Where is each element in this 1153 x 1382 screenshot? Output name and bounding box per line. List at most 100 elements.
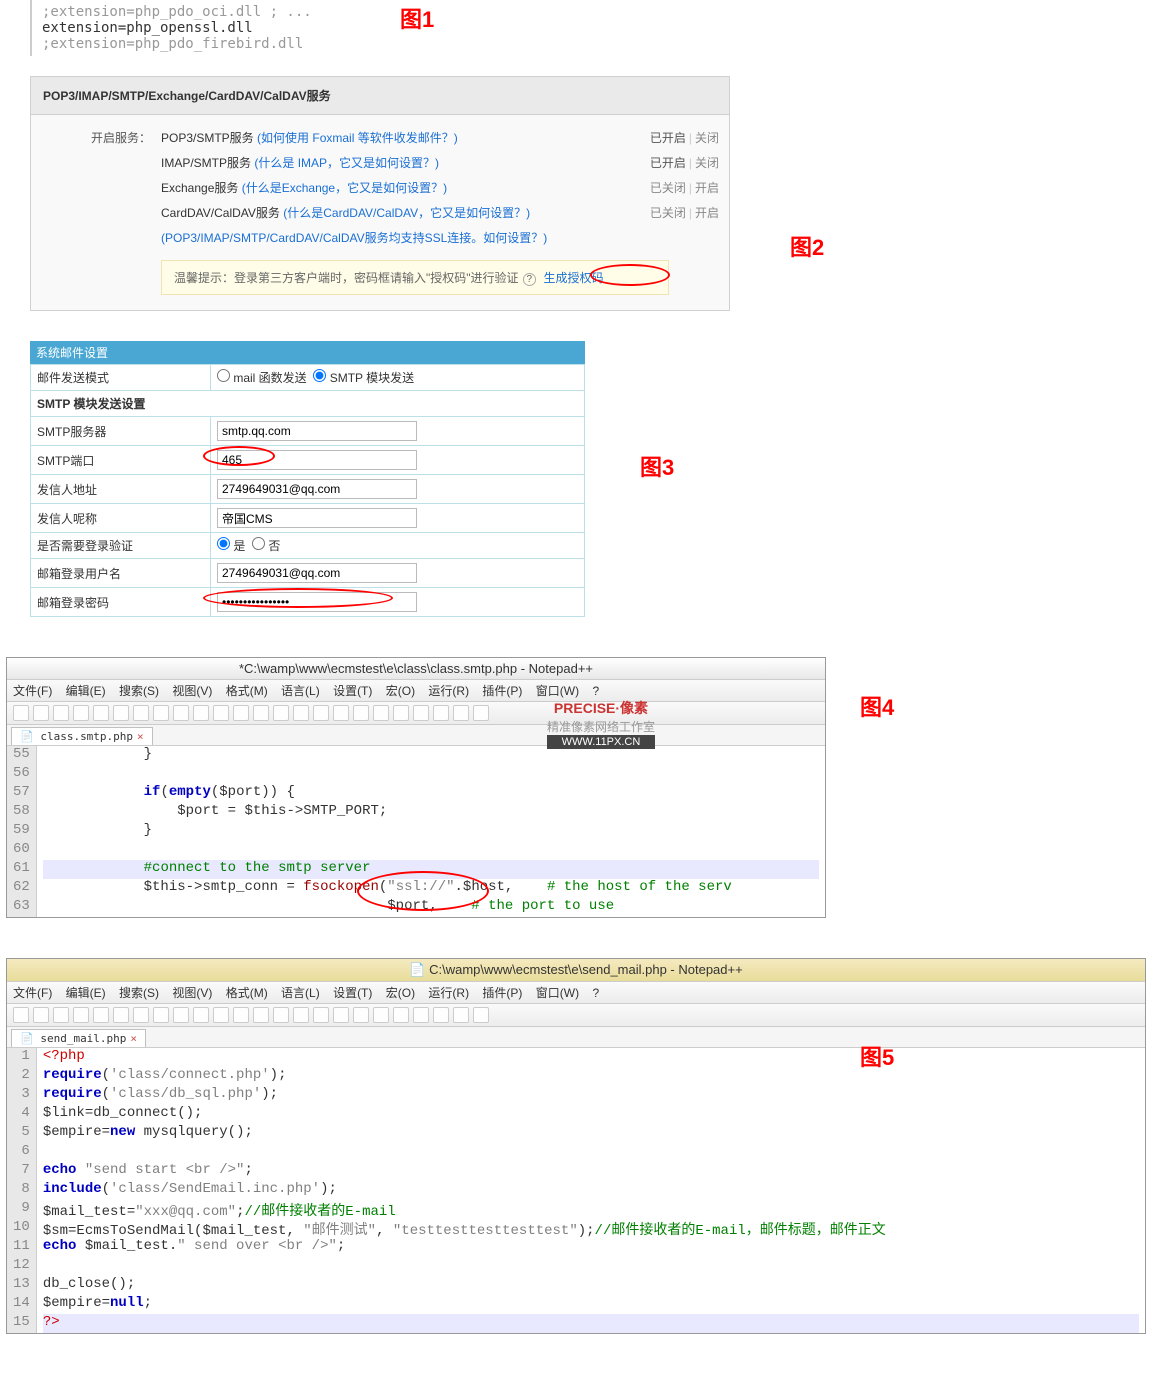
auth-no-option[interactable]: 否 xyxy=(252,539,280,553)
toolbar-icon[interactable] xyxy=(53,1007,69,1023)
menu-item[interactable]: 编辑(E) xyxy=(66,684,106,698)
ssl-note-link[interactable]: (POP3/IMAP/SMTP/CardDAV/CalDAV服务均支持SSL连接… xyxy=(161,231,547,245)
toolbar-icon[interactable] xyxy=(73,1007,89,1023)
toolbar-icon[interactable] xyxy=(333,705,349,721)
toolbar-icon[interactable] xyxy=(393,1007,409,1023)
toolbar-icon[interactable] xyxy=(473,1007,489,1023)
send-mode-radio-smtp[interactable] xyxy=(313,369,326,382)
send-mode-mail-option[interactable]: mail 函数发送 xyxy=(217,371,307,385)
toolbar-icon[interactable] xyxy=(393,705,409,721)
toolbar-icon[interactable] xyxy=(313,705,329,721)
smtp-server-input[interactable] xyxy=(217,421,417,441)
send-mode-radio-mail[interactable] xyxy=(217,369,230,382)
menu-item[interactable]: ? xyxy=(592,684,599,698)
service-toggle-link[interactable]: 关闭 xyxy=(695,156,719,170)
toolbar-icon[interactable] xyxy=(13,1007,29,1023)
login-user-input[interactable] xyxy=(217,563,417,583)
toolbar-icon[interactable] xyxy=(173,705,189,721)
toolbar-icon[interactable] xyxy=(453,705,469,721)
toolbar-icon[interactable] xyxy=(113,705,129,721)
menu-item[interactable]: 插件(P) xyxy=(482,684,522,698)
help-icon[interactable]: ? xyxy=(523,273,537,286)
toolbar-icon[interactable] xyxy=(253,1007,269,1023)
menu-item[interactable]: 插件(P) xyxy=(482,986,522,1000)
toolbar-icon[interactable] xyxy=(93,705,109,721)
menu-item[interactable]: 设置(T) xyxy=(333,986,372,1000)
file-tab[interactable]: 📄 send_mail.php× xyxy=(11,1029,146,1047)
toolbar-icon[interactable] xyxy=(373,705,389,721)
from-name-input[interactable] xyxy=(217,508,417,528)
toolbar-icon[interactable] xyxy=(113,1007,129,1023)
menu-item[interactable]: 窗口(W) xyxy=(536,986,579,1000)
toolbar-icon[interactable] xyxy=(193,1007,209,1023)
toolbar-icon[interactable] xyxy=(213,705,229,721)
toolbar-icon[interactable] xyxy=(93,1007,109,1023)
send-mode-smtp-option[interactable]: SMTP 模块发送 xyxy=(313,371,414,385)
menu-item[interactable]: 宏(O) xyxy=(386,986,415,1000)
toolbar-icon[interactable] xyxy=(273,705,289,721)
toolbar-icon[interactable] xyxy=(53,705,69,721)
toolbar-icon[interactable] xyxy=(353,1007,369,1023)
toolbar-icon[interactable] xyxy=(433,705,449,721)
code-area[interactable]: } if(empty($port)) { $port = $this->SMTP… xyxy=(37,746,825,917)
menu-item[interactable]: 视图(V) xyxy=(172,684,212,698)
menu-item[interactable]: 搜索(S) xyxy=(119,986,159,1000)
close-icon[interactable]: × xyxy=(130,1032,137,1045)
toolbar-icon[interactable] xyxy=(13,705,29,721)
generate-auth-code-link[interactable]: 生成授权码 xyxy=(543,271,603,285)
toolbar-icon[interactable] xyxy=(293,705,309,721)
menu-item[interactable]: 视图(V) xyxy=(172,986,212,1000)
service-help-link[interactable]: (什么是CardDAV/CalDAV，它又是如何设置？) xyxy=(283,206,530,220)
login-pass-input[interactable] xyxy=(217,592,417,612)
toolbar-icon[interactable] xyxy=(153,1007,169,1023)
auth-yes-option[interactable]: 是 xyxy=(217,539,245,553)
toolbar-icon[interactable] xyxy=(473,705,489,721)
menu-item[interactable]: 设置(T) xyxy=(333,684,372,698)
file-tab[interactable]: 📄 class.smtp.php× xyxy=(11,727,153,745)
menu-item[interactable]: 文件(F) xyxy=(13,684,52,698)
toolbar-icon[interactable] xyxy=(33,1007,49,1023)
service-help-link[interactable]: (什么是 IMAP，它又是如何设置？) xyxy=(254,156,439,170)
code-area[interactable]: <?php require('class/connect.php'); requ… xyxy=(37,1048,1145,1333)
from-addr-input[interactable] xyxy=(217,479,417,499)
toolbar-icon[interactable] xyxy=(193,705,209,721)
toolbar-icon[interactable] xyxy=(413,1007,429,1023)
toolbar-icon[interactable] xyxy=(333,1007,349,1023)
toolbar-icon[interactable] xyxy=(293,1007,309,1023)
toolbar-icon[interactable] xyxy=(313,1007,329,1023)
toolbar-icon[interactable] xyxy=(353,705,369,721)
menu-item[interactable]: 运行(R) xyxy=(428,684,469,698)
menu-item[interactable]: 窗口(W) xyxy=(536,684,579,698)
smtp-port-input[interactable] xyxy=(217,450,417,470)
service-help-link[interactable]: (如何使用 Foxmail 等软件收发邮件？) xyxy=(257,131,458,145)
toolbar-icon[interactable] xyxy=(273,1007,289,1023)
toolbar-icon[interactable] xyxy=(73,705,89,721)
menu-item[interactable]: 语言(L) xyxy=(281,986,320,1000)
toolbar-icon[interactable] xyxy=(133,705,149,721)
menu-item[interactable]: 文件(F) xyxy=(13,986,52,1000)
service-toggle-link[interactable]: 开启 xyxy=(695,206,719,220)
menu-item[interactable]: 格式(M) xyxy=(226,986,268,1000)
toolbar-icon[interactable] xyxy=(153,705,169,721)
toolbar-icon[interactable] xyxy=(233,705,249,721)
service-toggle-link[interactable]: 关闭 xyxy=(695,131,719,145)
toolbar-icon[interactable] xyxy=(233,1007,249,1023)
toolbar-icon[interactable] xyxy=(33,705,49,721)
toolbar-icon[interactable] xyxy=(413,705,429,721)
code-editor[interactable]: 123456789101112131415 <?php require('cla… xyxy=(7,1048,1145,1333)
menu-item[interactable]: 语言(L) xyxy=(281,684,320,698)
auth-radio-no[interactable] xyxy=(252,537,265,550)
toolbar-icon[interactable] xyxy=(213,1007,229,1023)
code-editor[interactable]: 555657585960616263 } if(empty($port)) { … xyxy=(7,746,825,917)
toolbar-icon[interactable] xyxy=(173,1007,189,1023)
menu-item[interactable]: ? xyxy=(592,986,599,1000)
service-toggle-link[interactable]: 开启 xyxy=(695,181,719,195)
toolbar-icon[interactable] xyxy=(433,1007,449,1023)
toolbar-icon[interactable] xyxy=(133,1007,149,1023)
menu-item[interactable]: 搜索(S) xyxy=(119,684,159,698)
service-help-link[interactable]: (什么是Exchange，它又是如何设置？) xyxy=(242,181,447,195)
menu-item[interactable]: 编辑(E) xyxy=(66,986,106,1000)
toolbar-icon[interactable] xyxy=(373,1007,389,1023)
menu-item[interactable]: 宏(O) xyxy=(386,684,415,698)
close-icon[interactable]: × xyxy=(137,730,144,743)
